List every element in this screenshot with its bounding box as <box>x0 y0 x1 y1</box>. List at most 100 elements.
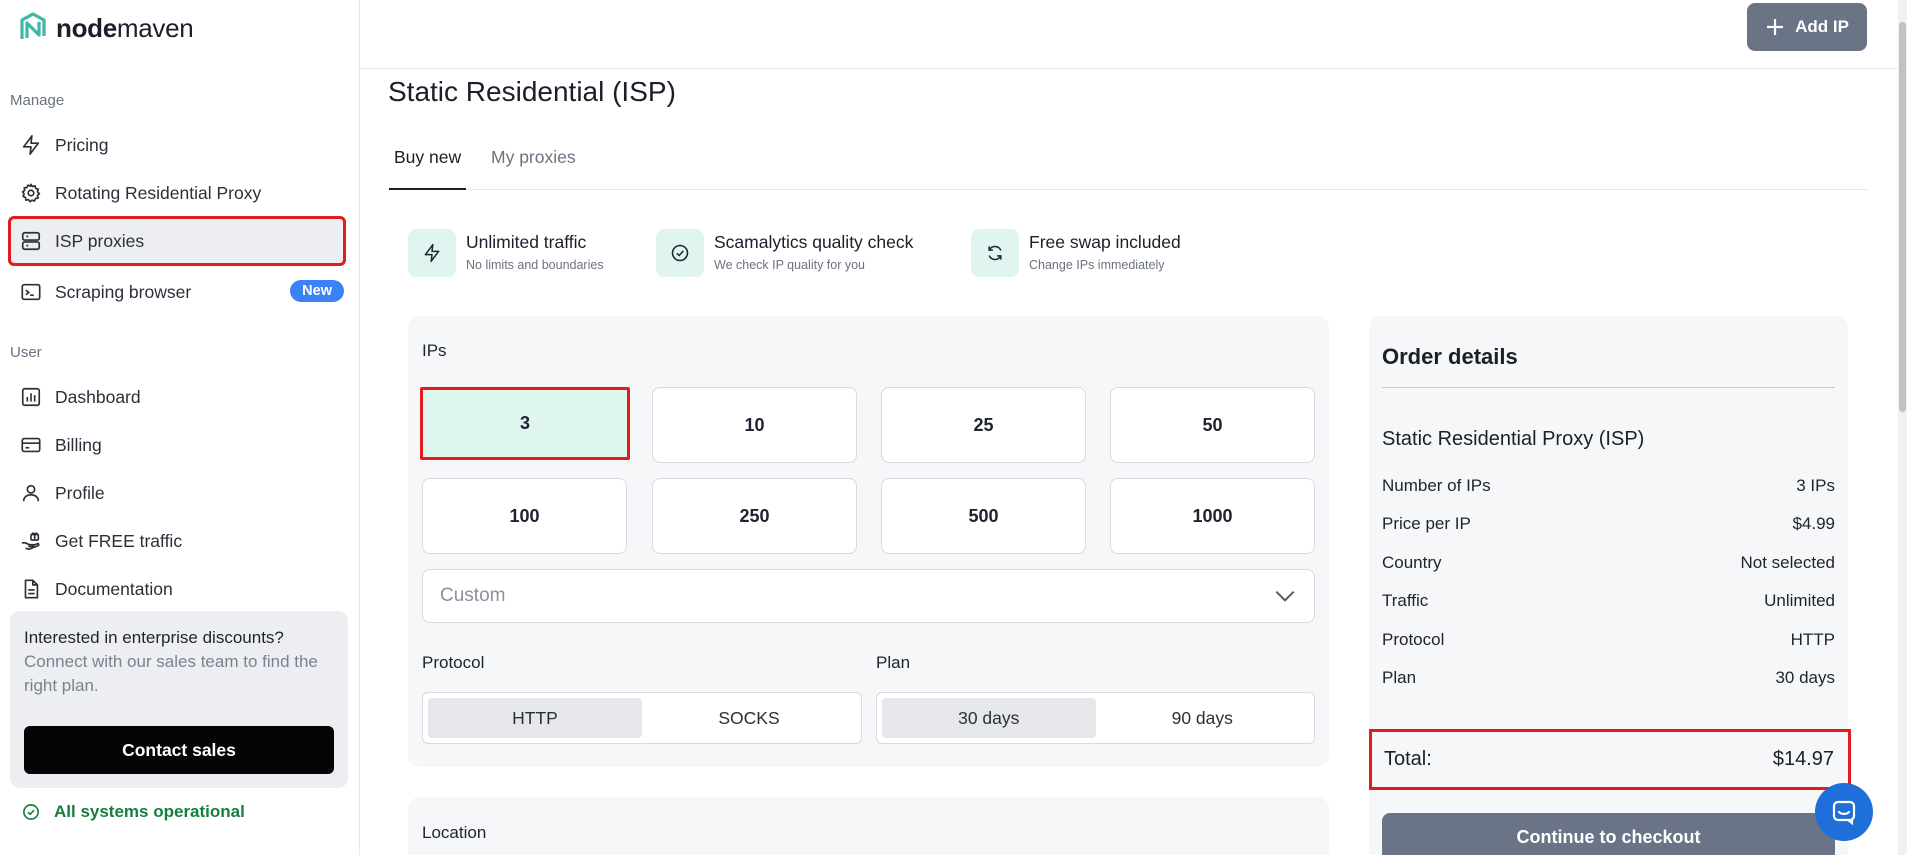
page-scrollbar[interactable] <box>1898 0 1907 855</box>
protocol-toggle: HTTP SOCKS <box>422 692 862 744</box>
continue-to-checkout-button[interactable]: Continue to checkout <box>1382 813 1835 855</box>
sidebar-item-scraping-browser[interactable]: Scraping browser New <box>10 269 344 315</box>
status-text: All systems operational <box>54 802 245 821</box>
nodemaven-logo-icon <box>20 12 46 39</box>
add-ip-button[interactable]: Add IP <box>1747 3 1867 51</box>
ip-option-250[interactable]: 250 <box>652 478 857 554</box>
document-icon <box>19 577 43 601</box>
chat-launcher-button[interactable] <box>1815 783 1873 841</box>
tab-bar: Buy new My proxies <box>389 140 1869 190</box>
manage-section-label: Manage <box>10 92 65 109</box>
feature-subtitle: Change IPs immediately <box>1029 258 1165 272</box>
plus-icon <box>1767 19 1784 35</box>
feature-subtitle: No limits and boundaries <box>466 258 604 272</box>
refresh-icon <box>971 229 1019 277</box>
bolt-icon <box>408 229 456 277</box>
server-icon <box>19 229 43 253</box>
contact-sales-button[interactable]: Contact sales <box>24 726 334 774</box>
order-row-plan: Plan 30 days <box>1382 668 1835 688</box>
row-label: Price per IP <box>1382 514 1471 533</box>
protocol-option-http[interactable]: HTTP <box>428 698 642 738</box>
sidebar-item-dashboard[interactable]: Dashboard <box>10 374 344 420</box>
ip-option-100[interactable]: 100 <box>422 478 627 554</box>
chevron-down-icon <box>1275 590 1295 602</box>
row-label: Traffic <box>1382 591 1429 610</box>
plan-option-90-days[interactable]: 90 days <box>1096 698 1310 738</box>
credit-card-icon <box>19 433 43 457</box>
sidebar-item-label: Documentation <box>55 578 173 599</box>
row-label: Country <box>1382 553 1442 572</box>
promo-title: Interested in enterprise discounts? <box>24 628 284 647</box>
sidebar-item-label: Profile <box>55 482 105 503</box>
ip-option-10[interactable]: 10 <box>652 387 857 463</box>
sidebar-item-label: Get FREE traffic <box>55 530 183 551</box>
order-product-name: Static Residential Proxy (ISP) <box>1382 428 1645 450</box>
sidebar-item-label: ISP proxies <box>55 230 145 251</box>
sidebar-item-isp-proxies[interactable]: ISP proxies <box>8 216 346 266</box>
divider <box>1382 387 1835 388</box>
order-row-price-per-ip: Price per IP $4.99 <box>1382 514 1835 534</box>
feature-title: Unlimited traffic <box>466 232 587 252</box>
sidebar-item-label: Dashboard <box>55 386 141 407</box>
logo[interactable]: nodemaven <box>18 12 194 44</box>
sidebar-item-billing[interactable]: Billing <box>10 422 344 468</box>
row-value: HTTP <box>1790 630 1835 649</box>
location-label: Location <box>422 823 487 842</box>
custom-ips-select[interactable]: Custom <box>422 569 1315 623</box>
feature-unlimited-traffic: Unlimited traffic No limits and boundari… <box>408 229 604 277</box>
custom-select-placeholder: Custom <box>440 585 506 606</box>
ip-option-1000[interactable]: 1000 <box>1110 478 1315 554</box>
row-value: $4.99 <box>1792 514 1835 533</box>
total-value: $14.97 <box>1772 748 1834 770</box>
ip-option-25[interactable]: 25 <box>881 387 1086 463</box>
order-row-traffic: Traffic Unlimited <box>1382 591 1835 611</box>
protocol-option-socks[interactable]: SOCKS <box>642 698 856 738</box>
terminal-icon <box>19 280 43 304</box>
bar-chart-icon <box>19 385 43 409</box>
page-title: Static Residential (ISP) <box>388 76 676 107</box>
scrollbar-thumb[interactable] <box>1899 22 1906 412</box>
ips-label: IPs <box>422 341 447 360</box>
feature-title: Free swap included <box>1029 232 1181 252</box>
check-circle-icon <box>23 804 39 820</box>
sidebar-item-rotating-residential-proxy[interactable]: Rotating Residential Proxy <box>10 170 344 216</box>
sidebar-item-label: Pricing <box>55 134 109 155</box>
feature-subtitle: We check IP quality for you <box>714 258 866 272</box>
row-label: Number of IPs <box>1382 476 1491 495</box>
tab-buy-new[interactable]: Buy new <box>389 147 467 190</box>
order-row-country: Country Not selected <box>1382 553 1835 573</box>
system-status[interactable]: All systems operational <box>22 802 245 822</box>
sidebar-item-documentation[interactable]: Documentation <box>10 566 344 612</box>
sidebar-item-get-free-traffic[interactable]: Get FREE traffic <box>10 518 344 564</box>
sidebar-item-label: Scraping browser <box>55 281 192 302</box>
total-label: Total: <box>1384 748 1432 770</box>
ip-option-3[interactable]: 3 <box>420 387 630 460</box>
promo-text: Connect with our sales team to find the … <box>24 652 318 695</box>
sidebar: nodemaven Manage Pricing Rotating Reside… <box>0 0 360 855</box>
sidebar-item-profile[interactable]: Profile <box>10 470 344 516</box>
feature-title: Scamalytics quality check <box>714 232 914 252</box>
new-badge: New <box>290 280 344 302</box>
hand-gift-icon <box>19 529 43 553</box>
top-bar: Add IP <box>360 0 1907 69</box>
enterprise-promo-card: Interested in enterprise discounts? Conn… <box>10 611 348 788</box>
ip-option-50[interactable]: 50 <box>1110 387 1315 463</box>
feature-free-swap: Free swap included Change IPs immediatel… <box>971 229 1181 277</box>
row-value: Unlimited <box>1764 591 1835 610</box>
row-value: Not selected <box>1740 553 1836 572</box>
order-total: Total: $14.97 <box>1369 729 1851 790</box>
user-icon <box>19 481 43 505</box>
feature-scamalytics-check: Scamalytics quality check We check IP qu… <box>656 229 913 277</box>
row-label: Protocol <box>1382 630 1445 649</box>
ips-config-card: IPs 3 10 25 50 100 250 500 1000 Custom P… <box>408 316 1329 767</box>
tab-my-proxies[interactable]: My proxies <box>486 147 581 190</box>
ip-option-500[interactable]: 500 <box>881 478 1086 554</box>
gear-icon <box>19 181 43 205</box>
check-circle-icon <box>656 229 704 277</box>
row-value: 30 days <box>1775 668 1835 687</box>
order-title: Order details <box>1382 344 1518 369</box>
plan-option-30-days[interactable]: 30 days <box>882 698 1096 738</box>
order-row-number-of-ips: Number of IPs 3 IPs <box>1382 476 1835 496</box>
sidebar-item-pricing[interactable]: Pricing <box>10 122 344 168</box>
sidebar-item-label: Billing <box>55 434 102 455</box>
